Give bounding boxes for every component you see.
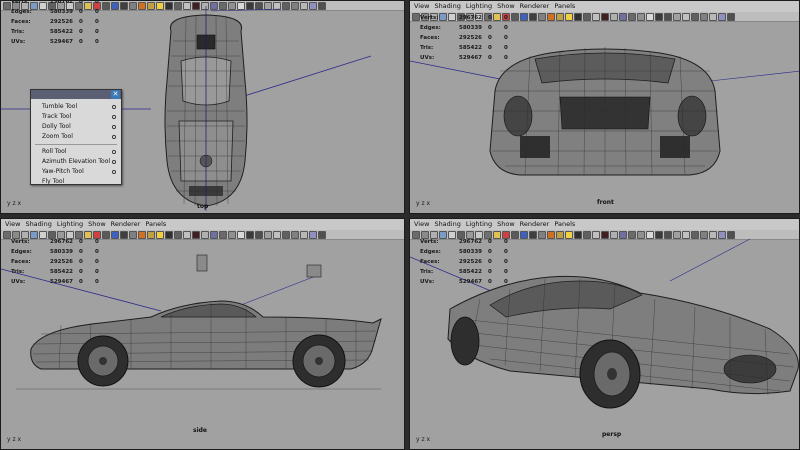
camera-label: side <box>193 427 207 434</box>
yaw-pitch-tool-item[interactable]: Yaw-Pitch Tool <box>31 167 121 177</box>
axis-indicator: y z x <box>7 200 22 207</box>
camera-label: front <box>597 199 614 206</box>
viewport-side[interactable]: View Shading Lighting Show Renderer Panels <box>0 218 405 450</box>
dolly-tool-item[interactable]: Dolly Tool <box>31 122 121 132</box>
popup-titlebar[interactable]: ✕ <box>31 90 121 99</box>
option-box-icon[interactable] <box>112 125 116 129</box>
option-box-icon[interactable] <box>112 150 116 154</box>
hud-poly-count: Verts: 296762 0 0 Edges: 580339 0 0 Faces: 2925… <box>420 15 508 61</box>
viewport-front[interactable]: View Shading Lighting Show Renderer Panels <box>409 0 800 214</box>
tumble-tool-item[interactable]: Tumble Tool <box>31 102 121 112</box>
axis-indicator: y z x <box>416 200 431 207</box>
track-tool-item[interactable]: Track Tool <box>31 112 121 122</box>
car-side-outline <box>30 300 382 388</box>
menu-divider <box>35 144 117 145</box>
axis-indicator: y z x <box>7 436 22 443</box>
axis-indicator: y z x <box>416 436 431 443</box>
close-icon[interactable]: ✕ <box>111 90 120 99</box>
zoom-tool-item[interactable]: Zoom Tool <box>31 132 121 142</box>
option-box-icon[interactable] <box>112 160 116 164</box>
hud-poly-count: Verts: 296762 0 0 Edges: 580339 0 0 Faces: 2925… <box>11 0 99 45</box>
hud-poly-count: Verts: 296762 0 0 Edges: 580339 0 0 Faces: 2925… <box>11 239 99 285</box>
roll-tool-item[interactable]: Roll Tool <box>31 147 121 157</box>
option-box-icon[interactable] <box>112 115 116 119</box>
camera-tools-popup[interactable]: ✕ Tumble Tool Track Tool Dolly Tool Zoom… <box>30 89 122 185</box>
option-box-icon[interactable] <box>112 170 116 174</box>
option-box-icon[interactable] <box>112 135 116 139</box>
viewport-persp[interactable]: View Shading Lighting Show Renderer Panels <box>409 218 800 450</box>
car-persp-outline <box>447 275 799 409</box>
camera-label: persp <box>602 431 622 438</box>
viewport-top[interactable]: Verts: 296762 0 0 Edges: 580339 0 0 Faces: 2925… <box>0 0 405 214</box>
hud-poly-count: Verts: 296762 0 0 Edges: 580339 0 0 Faces: 2925… <box>420 239 508 285</box>
azimuth-elevation-tool-item[interactable]: Azimuth Elevation Tool <box>31 157 121 167</box>
camera-label: top <box>197 203 209 210</box>
option-box-icon[interactable] <box>112 105 116 109</box>
car-front-outline <box>489 47 721 176</box>
fly-tool-item[interactable]: Fly Tool <box>31 177 121 187</box>
